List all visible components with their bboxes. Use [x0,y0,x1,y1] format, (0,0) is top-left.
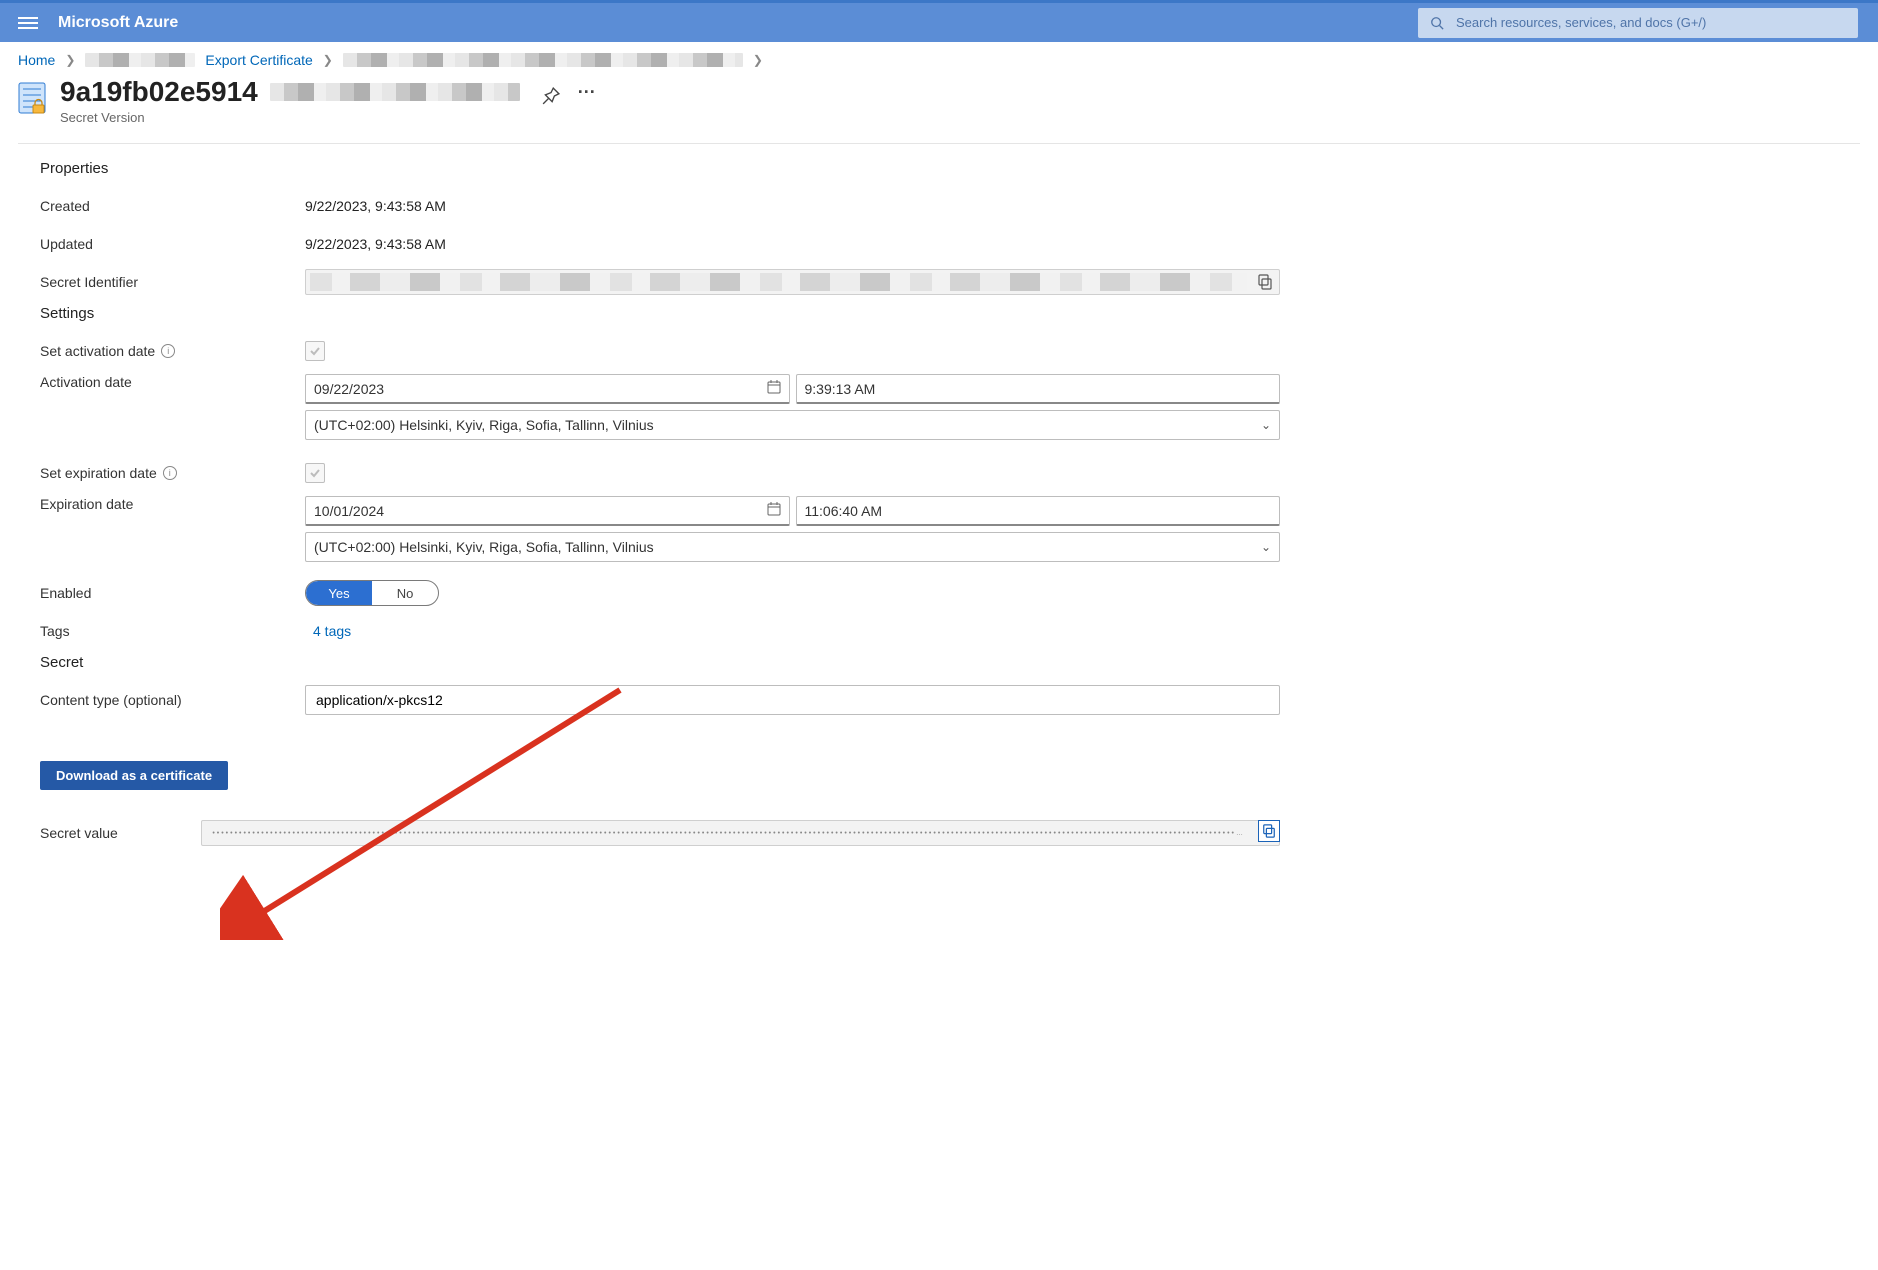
breadcrumb-export-certificate[interactable]: Export Certificate [205,52,312,68]
expiration-time-value: 11:06:40 AM [805,503,883,519]
secret-value-field[interactable]: ••••••••••••••••••••••••••••••••••••••••… [201,820,1280,846]
updated-label: Updated [40,236,305,252]
info-icon[interactable]: i [161,344,175,358]
expiration-time-input[interactable]: 11:06:40 AM [796,496,1281,526]
calendar-icon[interactable] [767,502,781,519]
breadcrumb-home[interactable]: Home [18,52,55,68]
page-title-redacted [270,83,520,101]
activation-date-value: 09/22/2023 [314,381,384,397]
search-input[interactable] [1454,14,1846,31]
content: Properties Created 9/22/2023, 9:43:58 AM… [0,160,1300,896]
calendar-icon[interactable] [767,380,781,397]
global-search[interactable] [1418,8,1858,38]
secret-value-label: Secret value [40,825,201,841]
row-enabled: Enabled Yes No [40,578,1280,608]
enabled-yes[interactable]: Yes [306,581,372,605]
row-download [40,723,1280,753]
enabled-toggle[interactable]: Yes No [305,580,439,606]
expiration-timezone-value: (UTC+02:00) Helsinki, Kyiv, Riga, Sofia,… [314,539,654,555]
content-type-input-field[interactable] [314,691,1271,709]
enabled-label: Enabled [40,585,305,601]
row-tags: Tags 4 tags [40,616,1280,646]
updated-value: 9/22/2023, 9:43:58 AM [305,236,1280,252]
copy-icon[interactable] [1257,274,1273,290]
chevron-down-icon: ⌄ [1261,418,1271,432]
chevron-right-icon: ❯ [323,53,333,67]
row-updated: Updated 9/22/2023, 9:43:58 AM [40,229,1280,259]
breadcrumb-redacted [85,53,195,67]
section-header-settings: Settings [40,305,1280,322]
expiration-timezone-select[interactable]: (UTC+02:00) Helsinki, Kyiv, Riga, Sofia,… [305,532,1280,562]
page-title: 9a19fb02e5914 ··· [60,76,596,108]
chevron-right-icon: ❯ [65,53,75,67]
search-icon [1430,16,1444,30]
page-subtitle: Secret Version [60,110,596,125]
expiration-date-label: Expiration date [40,496,305,512]
set-activation-label: Set activation date [40,343,155,359]
top-header: Microsoft Azure [0,0,1878,42]
more-icon[interactable]: ··· [578,87,596,105]
created-value: 9/22/2023, 9:43:58 AM [305,198,1280,214]
page-title-text: 9a19fb02e5914 [60,76,258,108]
activation-time-value: 9:39:13 AM [805,381,876,397]
hamburger-menu-icon[interactable] [18,13,38,33]
secret-version-icon [18,82,46,114]
tags-link[interactable]: 4 tags [305,623,351,639]
breadcrumb: Home ❯ Export Certificate ❯ ❯ [0,42,1878,72]
content-type-label: Content type (optional) [40,692,305,708]
secret-identifier-redacted [310,273,1247,291]
secret-identifier-label: Secret Identifier [40,274,305,290]
row-activation-date: Activation date 09/22/2023 9:39:13 AM (U… [40,374,1280,440]
row-secret-value: Secret value •••••••••••••••••••••••••••… [40,818,1280,848]
expiration-date-value: 10/01/2024 [314,503,384,519]
secret-identifier-field[interactable] [305,269,1280,295]
created-label: Created [40,198,305,214]
content-type-input[interactable] [305,685,1280,715]
activation-time-input[interactable]: 9:39:13 AM [796,374,1281,404]
activation-timezone-value: (UTC+02:00) Helsinki, Kyiv, Riga, Sofia,… [314,417,654,433]
divider [18,143,1860,144]
annotation-arrow [220,680,640,940]
secret-value-masked: ••••••••••••••••••••••••••••••••••••••••… [212,830,1245,837]
activation-date-input[interactable]: 09/22/2023 [305,374,790,404]
copy-icon[interactable] [1258,820,1280,842]
set-expiration-label: Set expiration date [40,465,157,481]
tags-label: Tags [40,623,305,639]
pin-icon[interactable] [542,87,560,105]
section-header-properties: Properties [40,160,1280,177]
row-expiration-date: Expiration date 10/01/2024 11:06:40 AM (… [40,496,1280,562]
expiration-date-input[interactable]: 10/01/2024 [305,496,790,526]
download-certificate-button[interactable]: Download as a certificate [40,761,228,790]
activation-date-label: Activation date [40,374,305,390]
page-title-row: 9a19fb02e5914 ··· Secret Version [0,72,1878,139]
info-icon[interactable]: i [163,466,177,480]
chevron-down-icon: ⌄ [1261,540,1271,554]
section-header-secret: Secret [40,654,1280,671]
row-set-activation: Set activation date i [40,336,1280,366]
set-expiration-checkbox[interactable] [305,463,325,483]
activation-timezone-select[interactable]: (UTC+02:00) Helsinki, Kyiv, Riga, Sofia,… [305,410,1280,440]
brand: Microsoft Azure [58,14,178,32]
breadcrumb-redacted [343,53,743,67]
enabled-no[interactable]: No [372,581,438,605]
set-activation-checkbox[interactable] [305,341,325,361]
row-created: Created 9/22/2023, 9:43:58 AM [40,191,1280,221]
row-set-expiration: Set expiration date i [40,458,1280,488]
row-content-type: Content type (optional) [40,685,1280,715]
chevron-right-icon: ❯ [753,53,763,67]
row-secret-identifier: Secret Identifier [40,267,1280,297]
